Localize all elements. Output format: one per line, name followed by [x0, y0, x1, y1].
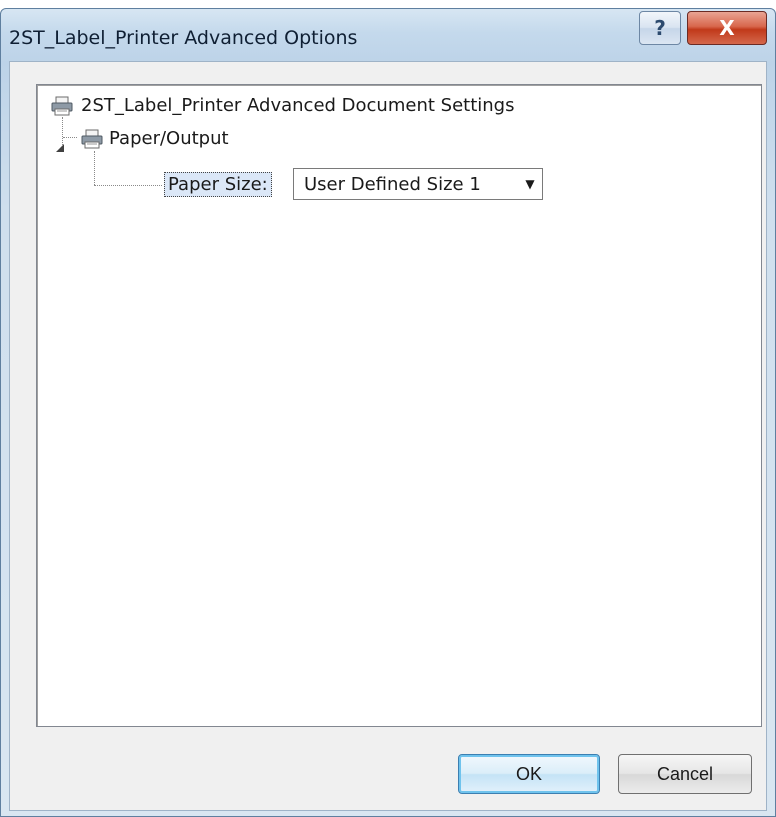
tree-child-label: Paper/Output	[109, 128, 229, 149]
cancel-button[interactable]: Cancel	[618, 754, 752, 794]
chevron-down-icon[interactable]: ▼	[518, 177, 542, 191]
window-title: 2ST_Label_Printer Advanced Options	[9, 27, 358, 49]
expand-collapse-icon[interactable]	[55, 143, 65, 153]
tree-root-label: 2ST_Label_Printer Advanced Document Sett…	[81, 95, 515, 116]
ok-button[interactable]: OK	[458, 754, 600, 794]
paper-size-dropdown[interactable]: User Defined Size 1 ▼	[293, 168, 543, 200]
dialog-window: 2ST_Label_Printer Advanced Options ? X 2…	[0, 8, 776, 817]
settings-tree[interactable]: 2ST_Label_Printer Advanced Document Sett…	[36, 84, 762, 727]
tree-connector	[63, 137, 77, 138]
paper-size-label[interactable]: Paper Size:	[164, 172, 272, 197]
tree-item-paper-output[interactable]: Paper/Output	[81, 128, 229, 149]
printer-icon	[81, 129, 103, 148]
dialog-client-area: 2ST_Label_Printer Advanced Document Sett…	[9, 61, 767, 811]
close-button[interactable]: X	[687, 11, 767, 45]
question-mark-icon: ?	[654, 16, 666, 40]
tree-connector	[94, 151, 95, 185]
printer-icon	[51, 96, 73, 115]
help-button[interactable]: ?	[639, 11, 681, 45]
title-bar[interactable]: 2ST_Label_Printer Advanced Options ? X	[1, 9, 775, 65]
tree-connector	[94, 185, 162, 186]
paper-size-value: User Defined Size 1	[304, 173, 481, 195]
tree-item-root[interactable]: 2ST_Label_Printer Advanced Document Sett…	[51, 95, 514, 116]
close-icon: X	[719, 16, 735, 40]
